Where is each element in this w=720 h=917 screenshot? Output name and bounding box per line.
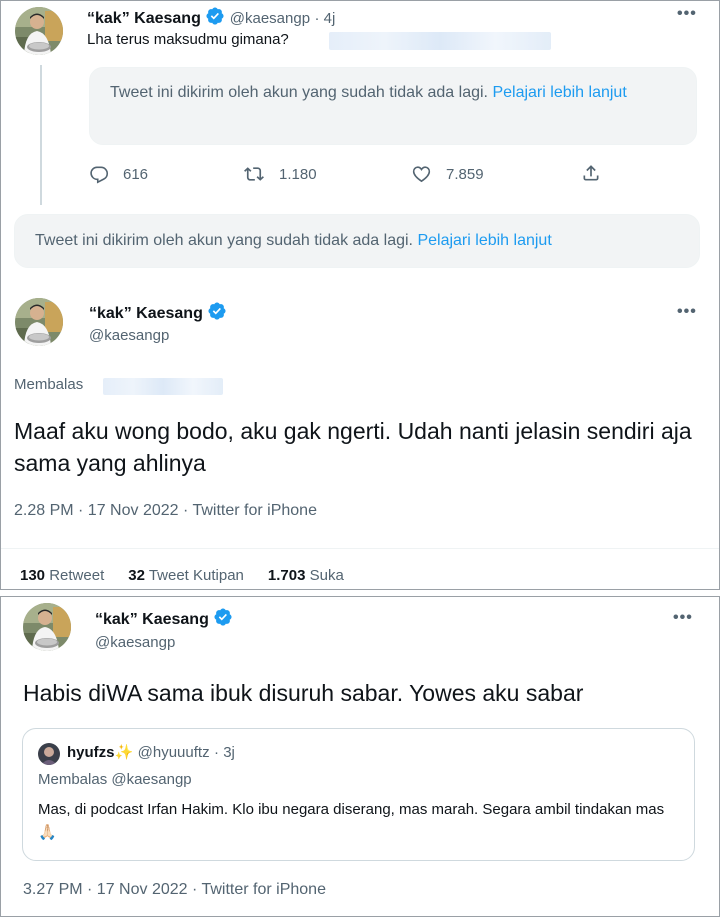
avatar[interactable]	[15, 298, 63, 346]
display-name[interactable]: “kak” Kaesang	[95, 611, 209, 628]
avatar-image	[15, 7, 63, 55]
reply-count: 616	[123, 165, 149, 183]
quoted-tweet[interactable]: hyufzs✨ @hyuuuftz · 3j Membalas @kaesang…	[22, 728, 695, 861]
like-stat-count: 1.703	[267, 567, 306, 584]
display-name[interactable]: “kak” Kaesang	[89, 305, 203, 322]
quote-stat[interactable]: 32 Tweet Kutipan	[128, 567, 244, 584]
quoted-display-name[interactable]: hyufzs✨	[67, 744, 133, 761]
redacted-mention	[329, 32, 551, 50]
like-count: 7.859	[446, 165, 484, 183]
tweet-text: Lha terus maksudmu gimana?	[87, 31, 289, 48]
reply-icon	[90, 166, 109, 184]
share-button[interactable]	[581, 163, 615, 183]
retweet-icon	[244, 167, 264, 181]
tweet-meta[interactable]: 3.27 PM · 17 Nov 2022 · Twitter for iPho…	[23, 881, 326, 899]
retweet-count: 1.180	[279, 165, 317, 183]
replying-to-label: Membalas	[14, 376, 84, 393]
divider	[1, 548, 719, 549]
display-name-row: “kak” Kaesang	[89, 301, 227, 323]
screenshot-panel-top: “kak” Kaesang @kaesangp · 4j ••• Lha ter…	[0, 0, 720, 590]
reply-button[interactable]: 616	[89, 164, 148, 184]
verified-icon	[207, 301, 227, 321]
quoted-replying-to: Membalas @kaesangp	[38, 771, 192, 788]
tweet-meta[interactable]: 2.28 PM · 17 Nov 2022 · Twitter for iPho…	[14, 502, 317, 520]
tweet-stats: 130 Retweet 32 Tweet Kutipan 1.703 Suka	[20, 567, 344, 584]
retweet-button[interactable]: 1.180	[243, 164, 317, 184]
retweet-stat-count: 130	[20, 567, 46, 584]
display-name-row: “kak” Kaesang	[95, 607, 233, 629]
quoted-text: Mas, di podcast Irfan Hakim. Klo ibu neg…	[38, 801, 665, 841]
more-icon[interactable]: •••	[673, 609, 693, 627]
more-icon[interactable]: •••	[677, 5, 697, 23]
timestamp[interactable]: · 4j	[314, 10, 335, 27]
deleted-tweet-notice: Tweet ini dikirim oleh akun yang sudah t…	[14, 214, 700, 268]
more-icon[interactable]: •••	[677, 303, 697, 321]
username[interactable]: @kaesangp	[230, 10, 310, 27]
avatar[interactable]	[23, 603, 71, 651]
notice-text: Tweet ini dikirim oleh akun yang sudah t…	[35, 232, 413, 249]
verified-icon	[213, 607, 233, 627]
quoted-avatar[interactable]	[38, 743, 60, 765]
display-name[interactable]: “kak” Kaesang	[87, 10, 201, 27]
quote-stat-count: 32	[128, 567, 145, 584]
like-stat[interactable]: 1.703 Suka	[268, 567, 344, 584]
retweet-stat-label: Retweet	[49, 567, 105, 584]
notice-text: Tweet ini dikirim oleh akun yang sudah t…	[110, 84, 488, 101]
like-button[interactable]: 7.859	[411, 164, 484, 184]
verified-icon	[205, 6, 225, 26]
username[interactable]: @kaesangp	[89, 327, 169, 344]
avatar-image	[23, 603, 71, 651]
quoted-username[interactable]: @hyuuuftz	[138, 744, 210, 761]
redacted-mention	[103, 378, 223, 395]
quote-stat-label: Tweet Kutipan	[148, 567, 244, 584]
avatar-image	[15, 298, 63, 346]
tweet-text: Habis diWA sama ibuk disuruh sabar. Yowe…	[23, 680, 584, 706]
avatar[interactable]	[15, 7, 63, 55]
screenshot-panel-bottom: “kak” Kaesang @kaesangp ••• Habis diWA s…	[0, 596, 720, 917]
share-icon	[583, 165, 599, 181]
learn-more-link[interactable]: Pelajari lebih lanjut	[417, 232, 551, 249]
like-stat-label: Suka	[309, 567, 344, 584]
tweet-header: “kak” Kaesang @kaesangp · 4j	[87, 6, 335, 28]
retweet-stat[interactable]: 130 Retweet	[20, 567, 104, 584]
quoted-header: hyufzs✨ @hyuuuftz · 3j	[67, 743, 235, 762]
quoted-avatar-image	[38, 743, 60, 765]
like-icon	[412, 166, 431, 183]
learn-more-link[interactable]: Pelajari lebih lanjut	[492, 84, 626, 101]
unavailable-tweet-notice: Tweet ini dikirim oleh akun yang sudah t…	[89, 67, 697, 145]
thread-connector	[40, 65, 42, 205]
quoted-timestamp[interactable]: · 3j	[214, 744, 235, 761]
username[interactable]: @kaesangp	[95, 634, 175, 651]
tweet-text: Maaf aku wong bodo, aku gak ngerti. Udah…	[14, 418, 692, 476]
